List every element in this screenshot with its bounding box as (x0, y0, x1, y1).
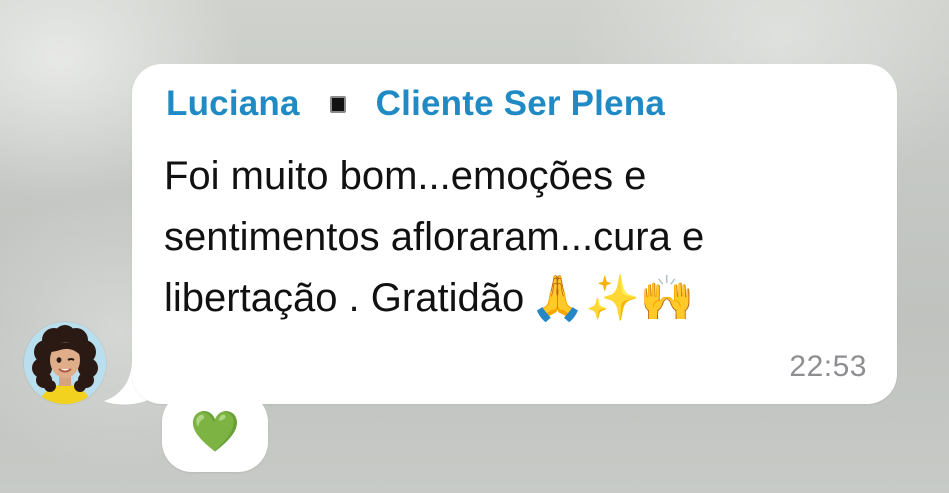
message-timestamp: 22:53 (789, 350, 867, 383)
message-header: Luciana Cliente Ser Plena (166, 84, 665, 124)
message-bubble[interactable]: Luciana Cliente Ser Plena Foi muito bom.… (132, 64, 897, 404)
black-square-icon (329, 95, 346, 113)
sender-title: Cliente Ser Plena (375, 84, 666, 123)
message-text: Foi muito bom...emoções e sentimentos af… (164, 146, 884, 331)
sender-name[interactable]: Luciana (166, 84, 300, 124)
green-heart-reaction: 💚 (190, 410, 240, 454)
sparkles-emoji: ✨ (585, 273, 640, 323)
raising-hands-emoji: 🙌 (639, 273, 695, 323)
chat-area: Luciana Cliente Ser Plena Foi muito bom.… (0, 0, 949, 493)
avatar[interactable] (24, 322, 106, 404)
praying-hands-emoji: 🙏 (530, 273, 585, 323)
avatar-image (24, 322, 106, 404)
reaction-badge[interactable]: 💚 (162, 392, 268, 472)
emoji-row: 🙏✨🙌 (530, 270, 694, 331)
